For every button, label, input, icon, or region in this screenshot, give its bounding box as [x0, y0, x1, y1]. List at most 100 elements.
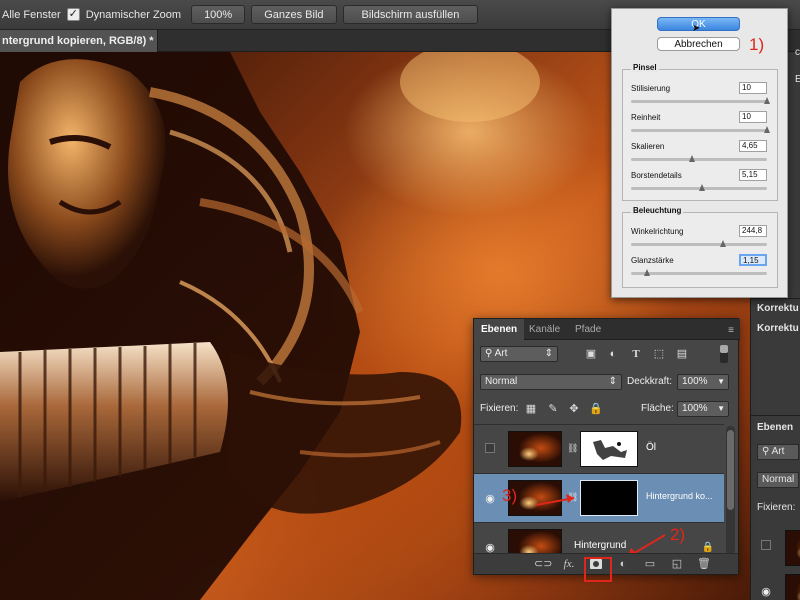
brush-param-row: Skalieren 4,65 [631, 140, 771, 170]
brush-group-title: Pinsel [631, 63, 659, 72]
right-dock-label-2: Eig [795, 74, 800, 85]
dynamic-zoom-checkbox[interactable]: ✓ [66, 8, 80, 21]
param-value-field[interactable]: 244,8 [739, 225, 767, 237]
param-label: Reinheit [631, 113, 661, 122]
adjustment-filter-icon[interactable]: ◐ [606, 347, 620, 361]
layer-thumbnail [508, 431, 562, 467]
lock-paint-icon[interactable]: ✎ [546, 402, 560, 416]
scrollbar-thumb[interactable] [727, 430, 734, 510]
tab-paths[interactable]: Pfade [568, 319, 608, 340]
param-value-field[interactable]: 5,15 [739, 169, 767, 181]
layers-scrollbar[interactable] [726, 426, 735, 554]
kind-filter-select[interactable]: ⚲ Art ⇕ [480, 346, 558, 362]
param-value-field[interactable]: 4,65 [739, 140, 767, 152]
param-slider[interactable] [631, 97, 770, 104]
corrections-panel-title[interactable]: Korrektu [751, 303, 800, 314]
param-value-field[interactable]: 10 [739, 111, 767, 123]
kind-filter-label: Art [494, 348, 508, 359]
layer-thumbnail-docked-2 [785, 574, 800, 600]
link-icon[interactable]: ⊂⊃ [534, 557, 552, 572]
chevron-down-icon[interactable]: ▼ [717, 375, 725, 389]
param-value-field[interactable]: 10 [739, 82, 767, 94]
folder-icon[interactable]: ▭ [642, 557, 658, 572]
slider-thumb[interactable] [644, 269, 651, 276]
visibility-box-docked[interactable] [761, 540, 771, 550]
param-slider[interactable] [631, 184, 767, 191]
layers-panel: Ebenen Kanäle Pfade ≡ ⚲ Art ⇕ ▣ ◐ T ⬚ ▤ … [473, 318, 740, 582]
updown-icon: ⇕ [608, 376, 617, 387]
slider-thumb[interactable] [764, 126, 770, 133]
slider-thumb[interactable] [698, 184, 705, 191]
adjustment-icon[interactable]: ◐ [615, 557, 631, 572]
tab-layers[interactable]: Ebenen [474, 319, 525, 340]
checkmark-icon: ✓ [68, 8, 78, 20]
cancel-button[interactable]: Abbrechen [657, 37, 740, 51]
tab-channels[interactable]: Kanäle [522, 319, 567, 340]
eye-icon[interactable]: ◉ [483, 492, 497, 505]
eye-icon[interactable]: ◉ [759, 585, 773, 598]
chain-icon[interactable]: ⛓ [567, 443, 578, 455]
all-windows-label[interactable]: Alle Fenster [2, 9, 61, 21]
param-slider[interactable] [631, 269, 767, 276]
blend-mode-value: Normal [485, 376, 518, 387]
layer-name[interactable]: Hintergrund ko... [646, 491, 713, 501]
panel-menu-icon[interactable]: ≡ [728, 325, 734, 336]
layers-list: ⛓ Öl ◉ ⛓ Hintergrund ko... 3) ◉ Hintergr… [474, 424, 726, 554]
new-layer-icon[interactable]: ◱ [669, 557, 685, 572]
layer-row-background-copy[interactable]: ◉ ⛓ Hintergrund ko... 3) [474, 473, 724, 522]
fill-field[interactable]: 100% ▼ [677, 401, 729, 417]
fill-screen-button[interactable]: Bildschirm ausfüllen [342, 5, 479, 24]
opacity-label: Deckkraft: [627, 376, 673, 387]
trash-icon[interactable]: 🗑 [696, 557, 712, 572]
annotation-3: 3) [502, 486, 518, 505]
chevron-down-icon[interactable]: ▼ [717, 402, 725, 416]
lock-label-docked: Fixieren: [757, 502, 796, 513]
param-slider[interactable] [631, 155, 767, 162]
kind-filter-docked-label: Art [771, 446, 785, 457]
opacity-field[interactable]: 100% ▼ [677, 374, 729, 390]
filter-toggle[interactable] [720, 345, 728, 363]
lighting-param-row: Glanzstärke 1,15 [631, 254, 771, 284]
brush-param-row: Borstendetails 5,15 [631, 169, 771, 199]
smart-object-filter-icon[interactable]: ▤ [675, 347, 689, 361]
param-slider[interactable] [631, 240, 767, 247]
pixel-filter-icon[interactable]: ▣ [584, 347, 598, 361]
brush-param-row: Reinheit 10 [631, 111, 771, 141]
lock-position-icon[interactable]: ✥ [567, 402, 581, 416]
layers-tab-docked[interactable]: Ebenen [751, 422, 800, 433]
param-label: Winkelrichtung [631, 227, 684, 236]
visibility-toggle[interactable] [485, 443, 495, 453]
opacity-value: 100% [682, 376, 708, 387]
mouse-cursor-icon: ➤ [692, 23, 701, 34]
eye-icon[interactable]: ◉ [483, 541, 497, 554]
layer-name[interactable]: Öl [646, 442, 656, 453]
layer-row-background[interactable]: ◉ Hintergrund 🔒 [474, 522, 724, 554]
zoom-100-button[interactable]: 100% [191, 5, 246, 24]
layers-panel-tabs: Ebenen Kanäle Pfade ≡ [474, 319, 740, 340]
lighting-group-title: Beleuchtung [631, 206, 684, 215]
fit-screen-button[interactable]: Ganzes Bild [251, 5, 337, 24]
lock-transparent-icon[interactable]: ▦ [524, 402, 538, 416]
slider-thumb[interactable] [689, 155, 696, 162]
blend-mode-select[interactable]: Normal ⇕ [480, 374, 622, 390]
mask-silhouette [593, 440, 627, 460]
layer-row-oil[interactable]: ⛓ Öl [474, 424, 724, 473]
layer-thumbnail-docked [785, 530, 800, 566]
param-label: Stilisierung [631, 84, 671, 93]
fx-icon[interactable]: fx. [561, 557, 577, 572]
lock-label: Fixieren: [480, 403, 519, 414]
param-value-field[interactable]: 1,15 [739, 254, 767, 266]
param-slider[interactable] [631, 126, 770, 133]
document-tab[interactable]: ntergrund kopieren, RGB/8) * [0, 30, 158, 52]
slider-thumb[interactable] [720, 240, 727, 247]
corrections-panel-title-2[interactable]: Korrektu [751, 323, 800, 334]
lock-all-icon[interactable]: 🔒 [589, 402, 603, 416]
type-filter-icon[interactable]: T [629, 347, 643, 361]
shape-filter-icon[interactable]: ⬚ [652, 347, 666, 361]
kind-filter-docked[interactable]: ⚲ Art [757, 444, 799, 460]
annotation-2: 2) [670, 525, 686, 544]
layer-mask-thumbnail[interactable] [580, 431, 638, 467]
blend-mode-docked[interactable]: Normal [757, 472, 799, 488]
slider-thumb[interactable] [764, 97, 770, 104]
lock-icon: 🔒 [701, 542, 714, 553]
